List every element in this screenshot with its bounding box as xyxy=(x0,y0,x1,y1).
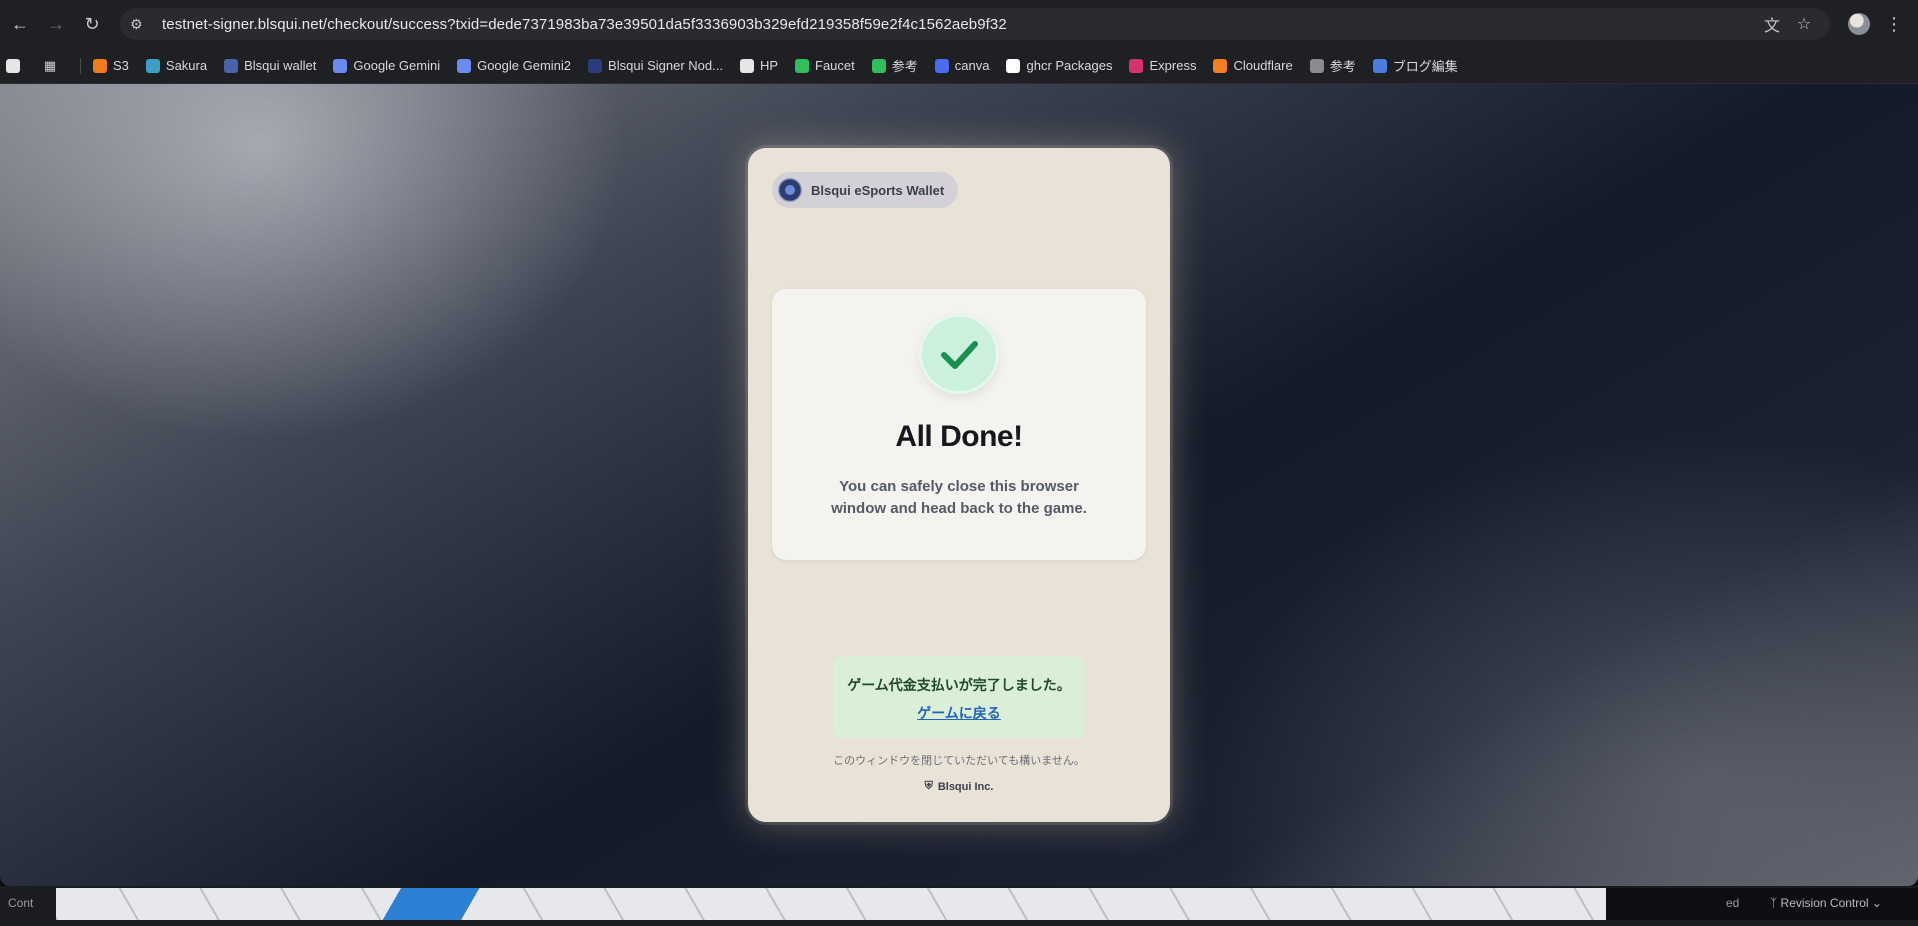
bookmark-label: S3 xyxy=(113,58,129,73)
bookmark-favicon-icon xyxy=(739,58,754,73)
bookmark-favicon-icon xyxy=(1309,58,1324,73)
bookmark-item[interactable]: Express xyxy=(1129,58,1196,73)
bookmark-list: S3 Sakura Blsqui wallet Google Gemini Google… xyxy=(93,56,1475,75)
bookmark-item[interactable]: 参考 xyxy=(871,56,918,75)
bookmark-item[interactable]: Blsqui Signer Nod... xyxy=(588,58,723,73)
bookmark-label: Blsqui wallet xyxy=(244,58,317,73)
footer: ⛨ Blsqui Inc. xyxy=(748,780,1170,793)
done-message: You can safely close this browser window… xyxy=(831,478,1087,517)
bookmark-label: Google Gemini2 xyxy=(477,58,572,73)
brand-name: Blsqui eSports Wallet xyxy=(811,182,945,198)
wallet-logo-icon xyxy=(778,178,802,202)
bookmark-favicon-icon xyxy=(224,58,239,73)
screen: ← → ↻ ⚙ testnet-signer.blsqui.net/checko… xyxy=(0,0,1918,926)
bookmark-label: ブログ編集 xyxy=(1392,59,1458,74)
bookmark-item[interactable]: Sakura xyxy=(145,58,208,73)
bookmark-item[interactable]: Faucet xyxy=(795,58,855,73)
bookmark-favicon-icon xyxy=(1213,58,1228,73)
address-bar[interactable]: ⚙ testnet-signer.blsqui.net/checkout/suc… xyxy=(120,8,1830,40)
bookmark-star-icon[interactable]: ☆ xyxy=(1788,14,1820,34)
bookmark-item[interactable]: 参考 xyxy=(1309,56,1356,75)
checkmark-icon xyxy=(919,314,999,394)
revision-control-menu[interactable]: ᛉ Revision Control ⌄ xyxy=(1770,896,1882,910)
bookmarks-separator xyxy=(80,57,81,74)
bookmark-favicon-icon xyxy=(93,58,107,73)
bookmark-item[interactable]: Cloudflare xyxy=(1213,58,1293,73)
footer-company: Blsqui Inc. xyxy=(937,780,994,793)
bookmark-item[interactable]: ブログ編集 xyxy=(1372,56,1458,75)
bookmark-label: Cloudflare xyxy=(1233,58,1293,73)
done-title: All Done! xyxy=(895,420,1023,453)
bookmark-label: 参考 xyxy=(1329,59,1356,74)
back-to-game-link[interactable]: ゲームに戻る xyxy=(833,703,1085,723)
shield-icon: ⛨ xyxy=(924,780,933,792)
kebab-menu-icon[interactable]: ⋮ xyxy=(1880,14,1908,35)
bookmark-favicon-icon xyxy=(1129,58,1144,73)
bookmark-favicon-icon xyxy=(871,58,886,73)
chevron-down-icon: ⌄ xyxy=(1868,896,1882,910)
forward-arrow-icon[interactable]: → xyxy=(38,6,74,42)
payment-complete-box: ゲーム代金支払いが完了しました。 ゲームに戻る xyxy=(833,656,1085,738)
bookmark-favicon-icon xyxy=(333,58,348,73)
bookmark-label: Blsqui Signer Nod... xyxy=(608,58,723,73)
bookmark-item[interactable]: S3 xyxy=(93,58,129,73)
bookmark-favicon-icon xyxy=(1006,58,1021,73)
bookmark-favicon-icon xyxy=(795,58,810,73)
bookmark-label: canva xyxy=(954,58,990,73)
bookmark-label: Sakura xyxy=(165,58,208,73)
checkout-success-card: Blsqui eSports Wallet All Done! You can … xyxy=(748,148,1170,822)
bookmark-label: Faucet xyxy=(815,58,855,73)
branch-icon: ᛉ xyxy=(1770,896,1781,910)
bookmark-item[interactable]: Blsqui wallet xyxy=(224,58,316,73)
bookmark-label: HP xyxy=(759,58,779,73)
bookmark-item[interactable]: canva xyxy=(934,58,990,73)
bookmark-item[interactable]: Google Gemini2 xyxy=(457,58,571,73)
bookmark-item[interactable]: ghcr Packages xyxy=(1006,58,1112,73)
revision-control-label: Revision Control xyxy=(1780,896,1869,910)
bookmark-label: Google Gemini xyxy=(353,58,441,73)
sidebar-toggle-icon[interactable] xyxy=(6,58,26,73)
bookmark-label: ghcr Packages xyxy=(1026,58,1113,73)
bookmark-label: Express xyxy=(1149,58,1197,73)
payment-complete-text: ゲーム代金支払いが完了しました。 xyxy=(847,677,1071,693)
bookmark-favicon-icon xyxy=(588,58,603,73)
url-text[interactable]: testnet-signer.blsqui.net/checkout/succe… xyxy=(162,16,1756,33)
bookmark-favicon-icon xyxy=(1372,58,1387,73)
bookmark-item[interactable]: HP xyxy=(739,58,779,73)
close-window-note: このウィンドウを閉じていただいても構いません。 xyxy=(833,755,1085,767)
reload-icon[interactable]: ↻ xyxy=(74,6,110,42)
bookmarks-bar: ▦ S3 Sakura Blsqui wallet Google Gemini Goog… xyxy=(0,48,1918,84)
site-info-icon[interactable]: ⚙ xyxy=(130,16,152,33)
done-panel: All Done! You can safely close this brow… xyxy=(772,289,1146,560)
back-arrow-icon[interactable]: ← xyxy=(2,6,38,42)
bookmark-favicon-icon xyxy=(145,58,160,73)
brand-badge: Blsqui eSports Wallet xyxy=(772,172,959,208)
bookmark-favicon-icon xyxy=(457,58,472,73)
translate-icon[interactable]: 文 xyxy=(1756,12,1788,36)
bookmark-favicon-icon xyxy=(934,58,949,73)
bookmark-label: 参考 xyxy=(891,59,918,74)
status-left-text: Cont xyxy=(8,896,34,910)
background-game-scene xyxy=(56,888,1606,920)
status-partial-text: ed xyxy=(1726,896,1740,910)
browser-toolbar: ← → ↻ ⚙ testnet-signer.blsqui.net/checko… xyxy=(0,0,1918,48)
apps-grid-icon[interactable]: ▦ xyxy=(43,58,63,73)
bookmark-item[interactable]: Google Gemini xyxy=(333,58,440,73)
profile-avatar[interactable] xyxy=(1848,13,1870,35)
